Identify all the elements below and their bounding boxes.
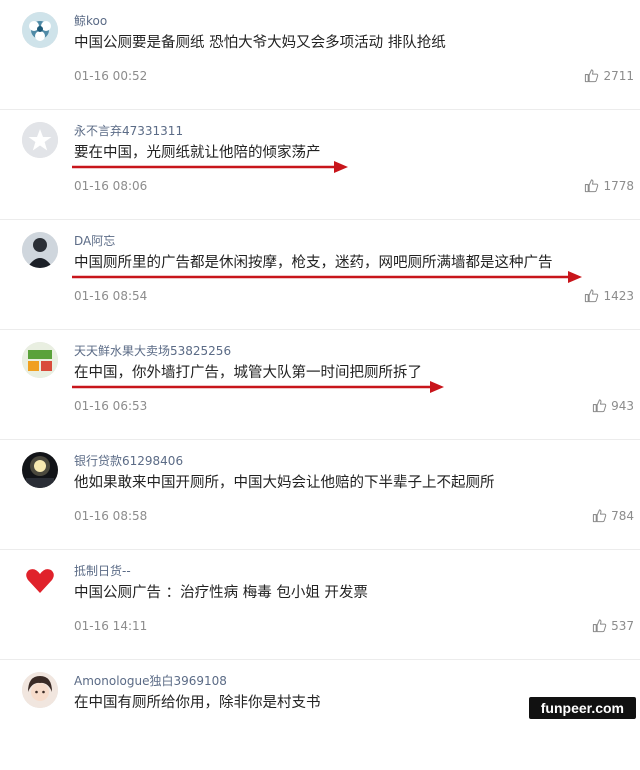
username[interactable]: 鲸koo — [74, 12, 107, 29]
thumbs-up-icon — [584, 178, 599, 193]
thumbs-up-icon — [584, 68, 599, 83]
watermark-label: funpeer.com — [528, 697, 636, 719]
comment-item: 银行贷款61298406 他如果敢来中国开厕所，中国大妈会让他赔的下半辈子上不起… — [0, 440, 640, 550]
username[interactable]: 抵制日货-- — [74, 562, 131, 579]
comment-item: 天天鲜水果大卖场53825256 在中国，你外墙打广告，城管大队第一时间把厕所拆… — [0, 330, 640, 440]
red-underline-arrow — [72, 270, 582, 284]
avatar-flower-icon[interactable] — [22, 12, 58, 48]
comment-item: 抵制日货-- 中国公厕广告 ：治疗性病 梅毒 包小姐 开发票 01-16 14:… — [0, 550, 640, 660]
timestamp: 01-16 08:54 — [74, 289, 148, 303]
avatar-anime-face-icon[interactable] — [22, 672, 58, 708]
like-count: 1778 — [603, 178, 634, 193]
like-button[interactable]: 784 — [592, 508, 634, 523]
avatar-dark-figure-icon[interactable] — [22, 232, 58, 268]
comment-text: 中国公厕广告 ：治疗性病 梅毒 包小姐 开发票 — [74, 585, 368, 601]
timestamp: 01-16 00:52 — [74, 69, 148, 83]
username[interactable]: 银行贷款61298406 — [74, 452, 183, 469]
thumbs-up-icon — [592, 398, 607, 413]
avatar-night-light-icon[interactable] — [22, 452, 58, 488]
red-underline-arrow — [72, 380, 444, 394]
comment-item: DA阿忘 中国厕所里的广告都是休闲按摩，枪支，迷药，网吧厕所满墙都是这种广告 0… — [0, 220, 640, 330]
thumbs-up-icon — [584, 288, 599, 303]
like-button[interactable]: 537 — [592, 618, 634, 633]
timestamp: 01-16 08:06 — [74, 179, 148, 193]
avatar-fruit-stall-icon[interactable] — [22, 342, 58, 378]
like-button[interactable]: 1423 — [584, 288, 634, 303]
comment-item: 永不言弃47331311 要在中国，光厕纸就让他陪的倾家荡产 01-16 08:… — [0, 110, 640, 220]
like-count: 943 — [611, 398, 634, 413]
like-count: 2711 — [603, 68, 634, 83]
thumbs-up-icon — [592, 508, 607, 523]
like-count: 1423 — [603, 288, 634, 303]
like-button[interactable]: 2711 — [584, 68, 634, 83]
comment-text: 他如果敢来中国开厕所，中国大妈会让他赔的下半辈子上不起厕所 — [74, 475, 495, 491]
comment-item: 鲸koo 中国公厕要是备厕纸 恐怕大爷大妈又会多项活动 排队抢纸 01-16 0… — [0, 0, 640, 110]
username[interactable]: 天天鲜水果大卖场53825256 — [74, 342, 231, 359]
like-count: 784 — [611, 508, 634, 523]
username[interactable]: 永不言弃47331311 — [74, 122, 183, 139]
username[interactable]: DA阿忘 — [74, 232, 115, 249]
timestamp: 01-16 08:58 — [74, 509, 148, 523]
like-count: 537 — [611, 618, 634, 633]
thumbs-up-icon — [592, 618, 607, 633]
avatar-default-star-icon[interactable] — [22, 122, 58, 158]
like-button[interactable]: 943 — [592, 398, 634, 413]
comment-text: 中国公厕要是备厕纸 恐怕大爷大妈又会多项活动 排队抢纸 — [74, 35, 446, 51]
timestamp: 01-16 14:11 — [74, 619, 148, 633]
like-button[interactable]: 1778 — [584, 178, 634, 193]
comment-text: 在中国有厕所给你用，除非你是村支书 — [74, 695, 321, 711]
avatar-red-heart-icon[interactable] — [22, 562, 58, 598]
timestamp: 01-16 06:53 — [74, 399, 148, 413]
username[interactable]: Amonologue独白3969108 — [74, 672, 227, 689]
red-underline-arrow — [72, 160, 348, 174]
